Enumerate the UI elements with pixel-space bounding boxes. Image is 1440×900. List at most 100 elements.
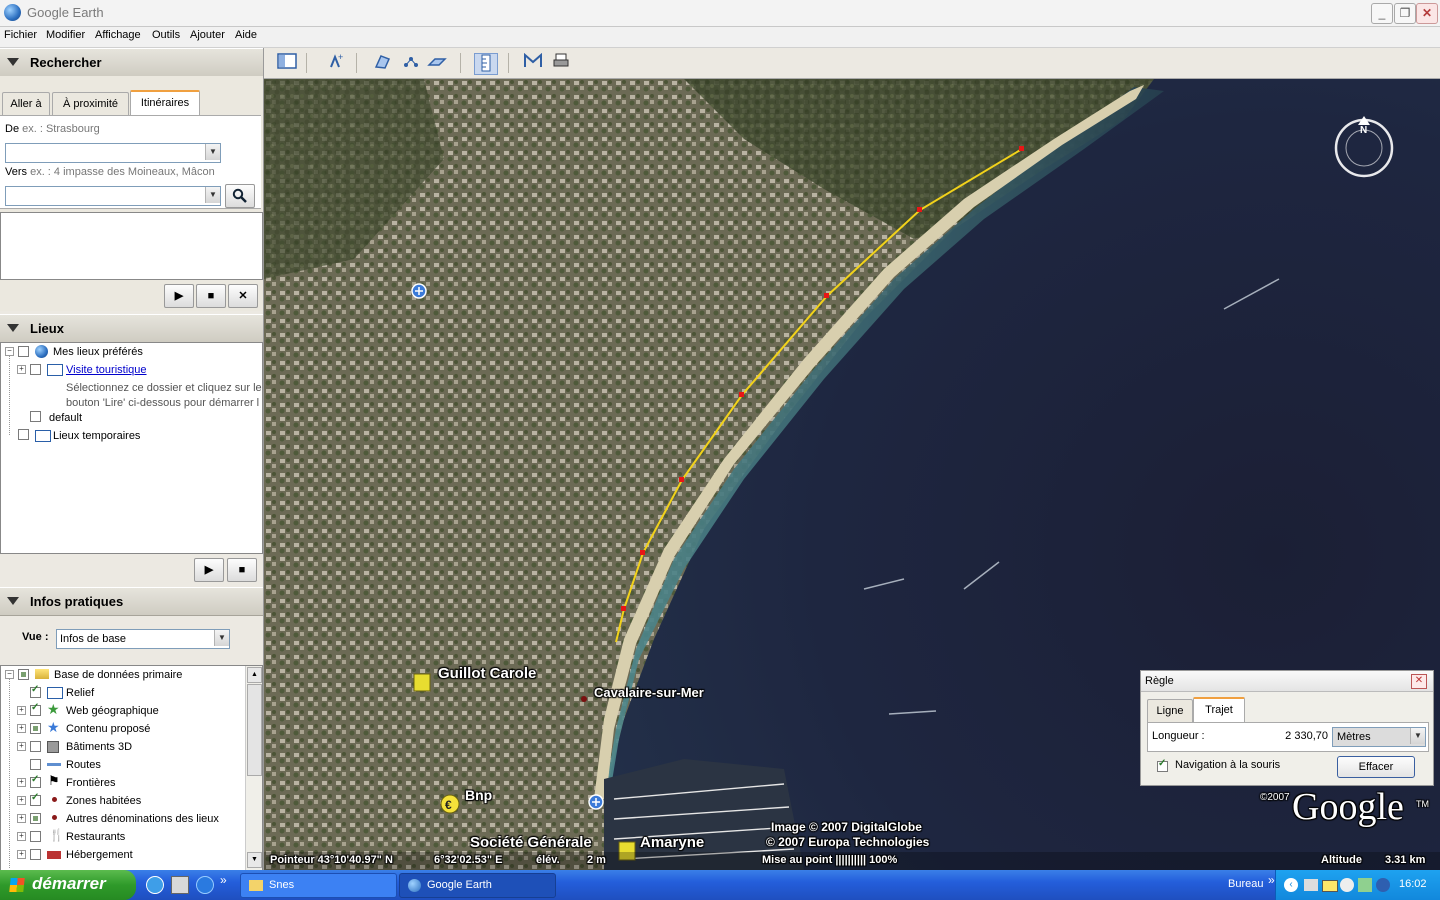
- email-button[interactable]: [522, 52, 544, 73]
- ruler-title-bar[interactable]: Règle ✕: [1141, 671, 1433, 692]
- scrollbar[interactable]: ▲ ▼: [245, 666, 262, 870]
- places-panel-header[interactable]: Lieux: [0, 314, 263, 343]
- menu-outils[interactable]: Outils: [152, 29, 180, 41]
- from-input[interactable]: ▼: [5, 143, 221, 163]
- layer-other-place-names[interactable]: Autres dénominations des lieux: [66, 811, 219, 827]
- chevron-down-icon[interactable]: ▼: [205, 187, 220, 203]
- expand-toggle[interactable]: +: [17, 832, 26, 841]
- label-guillot-carole[interactable]: Guillot Carole: [438, 665, 536, 682]
- expand-toggle[interactable]: +: [17, 850, 26, 859]
- menu-ajouter[interactable]: Ajouter: [190, 29, 225, 41]
- tree-item-temporary-places[interactable]: Lieux temporaires: [53, 428, 140, 444]
- layer-borders[interactable]: Frontières: [66, 775, 116, 791]
- tab-aller-a[interactable]: Aller à: [2, 92, 50, 115]
- expand-toggle[interactable]: +: [17, 796, 26, 805]
- mouse-navigation-checkbox[interactable]: [1157, 758, 1168, 772]
- checkbox[interactable]: [30, 774, 41, 788]
- quicklaunch-chevron-icon[interactable]: »: [220, 873, 227, 887]
- sidebar-toggle-button[interactable]: [276, 53, 298, 73]
- unit-select[interactable]: Mètres ▼: [1332, 727, 1426, 747]
- info-marker-icon[interactable]: [411, 283, 427, 299]
- checkbox[interactable]: [30, 759, 41, 770]
- tab-trajet[interactable]: Trajet: [1193, 697, 1245, 723]
- expand-toggle[interactable]: +: [17, 778, 26, 787]
- taskbar-item-snes[interactable]: Snes: [240, 873, 397, 898]
- clear-search-button[interactable]: ✕: [228, 284, 258, 308]
- town-dot-icon[interactable]: [581, 696, 587, 702]
- layer-lodging[interactable]: Hébergement: [66, 847, 133, 863]
- menu-fichier[interactable]: Fichier: [4, 29, 37, 41]
- add-polygon-button[interactable]: [372, 53, 394, 73]
- expand-toggle[interactable]: +: [17, 742, 26, 751]
- start-button[interactable]: démarrer: [0, 870, 136, 900]
- layer-geographic-web[interactable]: Web géographique: [66, 703, 159, 719]
- tab-itineraires[interactable]: Itinéraires: [130, 90, 200, 116]
- layer-roads[interactable]: Routes: [66, 757, 101, 773]
- checkbox[interactable]: [30, 723, 41, 734]
- browser-icon[interactable]: [146, 876, 164, 894]
- chevron-down-icon[interactable]: ▼: [1410, 728, 1425, 744]
- minimize-button[interactable]: _: [1371, 3, 1393, 24]
- ie-icon[interactable]: [196, 876, 214, 894]
- search-button[interactable]: [225, 184, 255, 208]
- shopping-icon[interactable]: [413, 673, 431, 692]
- tray-expand-icon[interactable]: ‹: [1284, 878, 1298, 892]
- scroll-thumb[interactable]: [247, 684, 262, 776]
- checkbox[interactable]: [30, 831, 41, 842]
- to-input[interactable]: ▼: [5, 186, 221, 206]
- checkbox[interactable]: [30, 792, 41, 806]
- tab-ligne[interactable]: Ligne: [1147, 699, 1193, 722]
- network-icon[interactable]: [1304, 879, 1318, 891]
- layer-relief[interactable]: Relief: [66, 685, 94, 701]
- checkbox[interactable]: [30, 411, 41, 422]
- close-button[interactable]: ✕: [1416, 3, 1438, 24]
- scroll-up-button[interactable]: ▲: [247, 667, 262, 683]
- clock-app-icon[interactable]: [1340, 878, 1354, 892]
- checkbox[interactable]: [30, 849, 41, 860]
- checkbox[interactable]: [30, 813, 41, 824]
- add-placemark-button[interactable]: +: [324, 52, 346, 73]
- checkbox[interactable]: [18, 346, 29, 357]
- search-results-list[interactable]: [0, 212, 263, 280]
- tool-icon[interactable]: [171, 876, 189, 894]
- places-stop-button[interactable]: ■: [227, 558, 257, 582]
- places-play-button[interactable]: ▶: [194, 558, 224, 582]
- checkbox[interactable]: [18, 669, 29, 680]
- update-icon[interactable]: [1376, 878, 1390, 892]
- layer-featured-content[interactable]: Contenu proposé: [66, 721, 150, 737]
- toolbar-chevron-icon[interactable]: »: [1268, 873, 1275, 887]
- menu-affichage[interactable]: Affichage: [95, 29, 141, 41]
- expand-toggle[interactable]: +: [17, 706, 26, 715]
- play-button[interactable]: ▶: [164, 284, 194, 308]
- layer-populated-places[interactable]: Zones habitées: [66, 793, 141, 809]
- add-path-button[interactable]: [400, 53, 422, 73]
- taskbar-item-google-earth[interactable]: Google Earth: [399, 873, 556, 898]
- checkbox[interactable]: [18, 429, 29, 440]
- tree-item-visite-touristique[interactable]: Visite touristique: [66, 362, 147, 378]
- info-marker-icon[interactable]: [588, 794, 604, 810]
- mail-icon[interactable]: [1322, 880, 1338, 892]
- search-panel-header[interactable]: Rechercher: [0, 48, 263, 77]
- label-societe-generale[interactable]: Société Générale: [470, 834, 592, 851]
- menu-modifier[interactable]: Modifier: [46, 29, 85, 41]
- checkbox[interactable]: [30, 364, 41, 375]
- label-amaryne[interactable]: Amaryne: [640, 834, 704, 851]
- clear-button[interactable]: Effacer: [1337, 756, 1415, 778]
- print-button[interactable]: [550, 53, 572, 73]
- chevron-down-icon[interactable]: ▼: [214, 630, 229, 646]
- layer-primary-database[interactable]: Base de données primaire: [54, 667, 182, 683]
- label-bnp[interactable]: Bnp: [465, 787, 492, 803]
- expand-toggle[interactable]: +: [17, 724, 26, 733]
- expand-toggle[interactable]: +: [17, 365, 26, 374]
- label-cavalaire-sur-mer[interactable]: Cavalaire-sur-Mer: [594, 685, 704, 700]
- ruler-button[interactable]: [474, 53, 498, 75]
- maximize-button[interactable]: ❐: [1394, 3, 1416, 24]
- menu-aide[interactable]: Aide: [235, 29, 257, 41]
- chevron-down-icon[interactable]: ▼: [205, 144, 220, 160]
- checkbox[interactable]: [30, 684, 41, 698]
- checkbox[interactable]: [30, 741, 41, 752]
- tab-a-proximite[interactable]: À proximité: [52, 92, 129, 115]
- stop-button[interactable]: ■: [196, 284, 226, 308]
- add-image-overlay-button[interactable]: [426, 53, 448, 73]
- scroll-down-button[interactable]: ▼: [247, 852, 262, 868]
